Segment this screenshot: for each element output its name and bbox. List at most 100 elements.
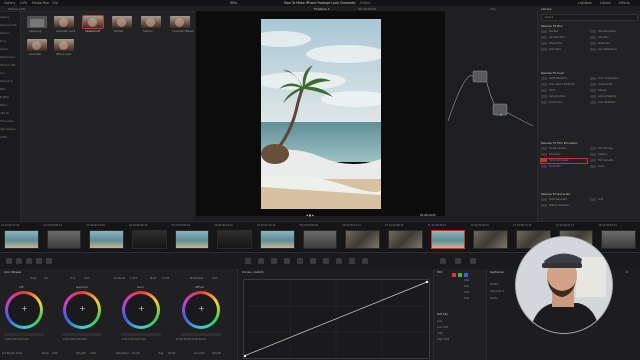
fx-item[interactable]: Zoom Blur [541, 48, 587, 52]
media-clip[interactable] [112, 16, 132, 28]
fx-item[interactable]: Halation [590, 153, 636, 157]
param-value[interactable]: 0.00 [52, 352, 58, 355]
sidebar-item[interactable]: ACES [0, 136, 7, 139]
timeline-clip[interactable] [132, 230, 167, 249]
edit-value[interactable]: 100 [464, 285, 469, 288]
primaries-bars-tool-icon[interactable] [16, 258, 22, 264]
hdr-tool-icon[interactable] [26, 258, 32, 264]
fx-item[interactable]: Film Grain [541, 153, 587, 157]
sidebar-item[interactable]: Resolve LUTs [0, 24, 17, 27]
tab-lightbox[interactable]: Lightbox [578, 1, 592, 5]
param-value[interactable]: 0.00 [90, 352, 96, 355]
sidebar-item[interactable]: Panasonic [0, 80, 13, 83]
sidebar-item[interactable]: VFX IO [0, 112, 9, 115]
fx-item[interactable]: Color Generator [541, 198, 587, 202]
gamma-master-slider[interactable] [62, 333, 102, 336]
fx-item[interactable]: Box Blur [541, 30, 587, 34]
sidebar-item[interactable]: Gallery [0, 16, 9, 19]
tab-media-pool[interactable]: Media Pool [32, 1, 49, 5]
sizing-tool-icon[interactable] [349, 258, 355, 264]
keyframe-track[interactable]: Sizing [490, 297, 498, 300]
fx-item[interactable]: Color Compressor [590, 77, 636, 81]
param-value[interactable]: 0.435 [162, 277, 169, 280]
warper-tool-icon[interactable] [258, 258, 264, 264]
sidebar-item[interactable]: Nikon [0, 104, 7, 107]
sidebar-item[interactable]: Arri [0, 72, 5, 75]
viewer-zoom[interactable]: 30% [230, 1, 237, 5]
edit-value[interactable]: 100 [464, 279, 469, 282]
sidebar-item[interactable]: Canon [0, 48, 8, 51]
fx-item[interactable]: ACES Transform [541, 77, 587, 81]
tab-effects[interactable]: Effects [619, 1, 630, 5]
fx-item[interactable]: Film Vignette [590, 159, 636, 163]
timeline-clip[interactable] [601, 230, 636, 249]
scopes-tool-icon[interactable] [455, 258, 461, 264]
fx-item[interactable]: Lens Blur [590, 36, 636, 40]
media-clip-folder[interactable] [27, 16, 47, 28]
media-clip[interactable] [170, 16, 190, 28]
media-clip[interactable] [54, 39, 74, 51]
tab-gallery[interactable]: Gallery [4, 1, 15, 5]
fx-item[interactable]: Contrast Pop [590, 83, 636, 87]
magic-mask-tool-icon[interactable] [310, 258, 316, 264]
rgb-mixer-tool-icon[interactable] [36, 258, 42, 264]
tab-luts[interactable]: LUTs [20, 1, 27, 5]
node-editor[interactable] [445, 11, 535, 221]
blur-tool-icon[interactable] [323, 258, 329, 264]
green-channel-toggle[interactable] [458, 273, 462, 277]
sidebar-item[interactable]: Film Looks [0, 120, 14, 123]
offset-wheel[interactable] [182, 291, 220, 329]
edit-value[interactable]: 100 [464, 297, 469, 300]
fx-item[interactable]: DCTL [541, 89, 587, 93]
sidebar-item[interactable]: iPhone LUTs [0, 64, 15, 67]
play-controls-icon[interactable]: ◀ ■ ▶ [306, 214, 314, 217]
fx-item[interactable]: Grain [590, 165, 636, 169]
tracker-tool-icon[interactable] [297, 258, 303, 264]
fx-item[interactable]: Color Stabilizer [590, 101, 636, 105]
qualifier-tool-icon[interactable] [271, 258, 277, 264]
media-clip[interactable] [141, 16, 161, 28]
timeline-clip[interactable] [217, 230, 252, 249]
fx-item[interactable]: Invert Color [541, 101, 587, 105]
fx-item[interactable]: Mosaic Blur [541, 42, 587, 46]
gamma-wheel[interactable] [63, 291, 101, 329]
timeline-clip[interactable] [430, 230, 466, 249]
keyframes-mode[interactable]: All [625, 271, 628, 274]
offset-master-slider[interactable] [181, 333, 221, 336]
curves-tool-icon[interactable] [245, 258, 251, 264]
sidebar-item[interactable]: Sony [0, 40, 6, 43]
param-value[interactable]: 1.000 [130, 277, 137, 280]
keyframes-tool-icon[interactable] [440, 258, 446, 264]
param-value[interactable]: 50.00 [132, 352, 139, 355]
lift-wheel[interactable] [5, 291, 43, 329]
sidebar-item[interactable]: Fujifilm [0, 96, 9, 99]
fx-item[interactable]: Radial Blur [590, 42, 636, 46]
tab-clip[interactable]: Clip [52, 1, 58, 5]
media-clip[interactable] [54, 16, 74, 28]
3d-tool-icon[interactable] [362, 258, 368, 264]
fx-item[interactable]: Gamut Limiter [541, 95, 587, 99]
node-01[interactable] [472, 70, 488, 83]
media-clip-selected[interactable] [82, 15, 104, 29]
timeline-clip[interactable] [4, 230, 39, 249]
timeline-clip[interactable] [89, 230, 124, 249]
fx-item-selected[interactable]: Film Look Creator [540, 158, 588, 164]
tab-library[interactable]: Library [600, 1, 611, 5]
lift-master-slider[interactable] [4, 333, 44, 336]
red-channel-toggle[interactable] [452, 273, 456, 277]
node-02[interactable] [492, 103, 508, 116]
info-tool-icon[interactable] [470, 258, 476, 264]
timeline-clip[interactable] [174, 230, 210, 249]
fx-item[interactable]: Lens Reflections [590, 48, 636, 52]
fx-item[interactable]: Gamut Mapping [590, 95, 636, 99]
sidebar-item[interactable]: RED [0, 88, 5, 91]
fx-item[interactable]: Color Space Transform [541, 83, 587, 87]
window-tool-icon[interactable] [284, 258, 290, 264]
param-value[interactable]: 0.00 [84, 277, 90, 280]
timeline-clip[interactable] [388, 230, 423, 249]
fx-item[interactable]: Camera Shake [541, 147, 587, 151]
key-tool-icon[interactable] [336, 258, 342, 264]
color-wheels-tool-icon[interactable] [6, 258, 12, 264]
fx-item[interactable]: Grid [590, 198, 636, 202]
gain-master-slider[interactable] [121, 333, 161, 336]
